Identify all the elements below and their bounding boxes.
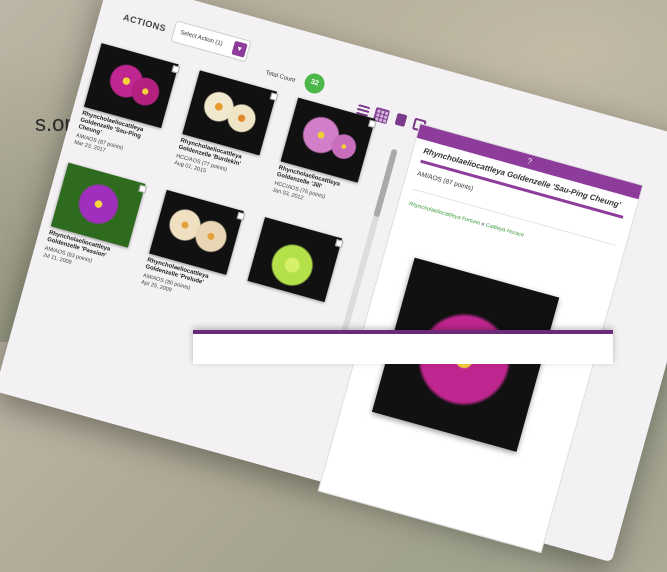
result-card[interactable]: Rhyncholaeliocattleya Goldenzelle 'Jill'… bbox=[267, 97, 383, 232]
select-checkbox[interactable] bbox=[138, 184, 147, 194]
actions-label: ACTIONS bbox=[122, 12, 168, 34]
select-checkbox[interactable] bbox=[236, 211, 246, 221]
select-checkbox[interactable] bbox=[269, 92, 279, 101]
overlay-box bbox=[193, 330, 613, 364]
parent-link[interactable]: Rhyncholaeliocattleya Fortune bbox=[408, 201, 481, 227]
select-action-value: Select Action (1) bbox=[179, 29, 224, 48]
select-checkbox[interactable] bbox=[171, 65, 181, 74]
total-count-label: Total Count bbox=[264, 70, 296, 85]
select-action-dropdown[interactable]: Select Action (1) ▾ bbox=[170, 20, 252, 63]
result-card[interactable]: Rhyncholaeliocattleya Goldenzelle 'Sau-P… bbox=[71, 43, 187, 177]
parent-link[interactable]: Cattleya Horace bbox=[485, 222, 525, 238]
result-card[interactable]: Rhyncholaeliocattleya Goldenzelle 'Prelu… bbox=[136, 189, 252, 324]
select-checkbox[interactable] bbox=[334, 239, 344, 248]
orchid-photo[interactable] bbox=[247, 217, 343, 303]
total-count-badge: 32 bbox=[302, 71, 327, 96]
result-card[interactable]: Rhyncholaeliocattleya Goldenzelle 'Burde… bbox=[169, 70, 285, 204]
chevron-down-icon[interactable]: ▾ bbox=[231, 40, 248, 58]
select-checkbox[interactable] bbox=[368, 119, 377, 129]
result-card[interactable]: Rhyncholaeliocattleya Goldenzelle 'Passi… bbox=[38, 162, 154, 297]
